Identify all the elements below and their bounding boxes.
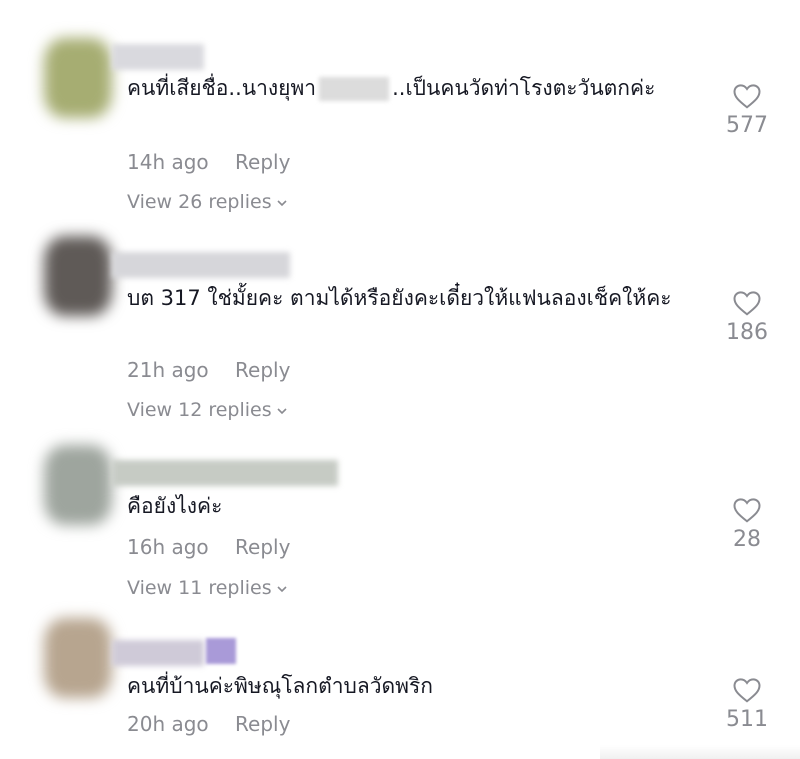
chevron-down-icon [277, 585, 287, 592]
like-count: 28 [733, 527, 761, 552]
like-area: 577 [722, 82, 772, 138]
heart-icon[interactable] [732, 496, 762, 524]
username-blurred-accent [206, 638, 236, 664]
heart-icon[interactable] [732, 676, 762, 704]
bottom-edge-shadow [600, 745, 800, 759]
like-area: 186 [722, 289, 772, 345]
comment-time: 14h ago [127, 150, 209, 174]
comment-time: 16h ago [127, 535, 209, 559]
reply-button[interactable]: Reply [235, 358, 290, 382]
reply-button[interactable]: Reply [235, 535, 290, 559]
comment-text: คนที่บ้านค่ะพิษณุโลกตำบลวัดพริก [127, 674, 433, 698]
comment-meta: 20h ago Reply [127, 712, 310, 736]
reply-button[interactable]: Reply [235, 712, 290, 736]
comment-text: คนที่เสียชื่อ..นางยุพา ..เป็นคนวัดท่าโรงต… [127, 76, 656, 101]
censored-name-blur [319, 77, 390, 101]
view-replies-button[interactable]: View 12 replies [127, 399, 288, 421]
username-blurred[interactable] [112, 460, 338, 486]
reply-button[interactable]: Reply [235, 150, 290, 174]
comment-text: บต 317 ใช่มั้ยคะ ตามได้หรือยังคะเดี๋ยวให… [127, 286, 672, 310]
comment-meta: 21h ago Reply [127, 358, 310, 382]
avatar[interactable] [44, 236, 112, 316]
comment-text: คือยังไงค่ะ [127, 494, 223, 518]
like-count: 577 [726, 113, 768, 138]
username-blurred[interactable] [112, 44, 204, 70]
avatar[interactable] [44, 38, 112, 118]
username-blurred[interactable] [112, 252, 290, 278]
heart-icon[interactable] [732, 82, 762, 110]
avatar[interactable] [44, 445, 112, 525]
chevron-down-icon [277, 199, 287, 206]
username-blurred[interactable] [112, 640, 204, 666]
heart-icon[interactable] [732, 289, 762, 317]
comment-meta: 16h ago Reply [127, 535, 310, 559]
avatar[interactable] [44, 618, 112, 698]
comment-time: 20h ago [127, 712, 209, 736]
comment-time: 21h ago [127, 358, 209, 382]
like-area: 511 [722, 676, 772, 732]
like-area: 28 [722, 496, 772, 552]
like-count: 186 [726, 320, 768, 345]
view-replies-button[interactable]: View 26 replies [127, 191, 288, 213]
view-replies-button[interactable]: View 11 replies [127, 577, 288, 599]
comment-meta: 14h ago Reply [127, 150, 310, 174]
chevron-down-icon [277, 407, 287, 414]
like-count: 511 [726, 707, 768, 732]
